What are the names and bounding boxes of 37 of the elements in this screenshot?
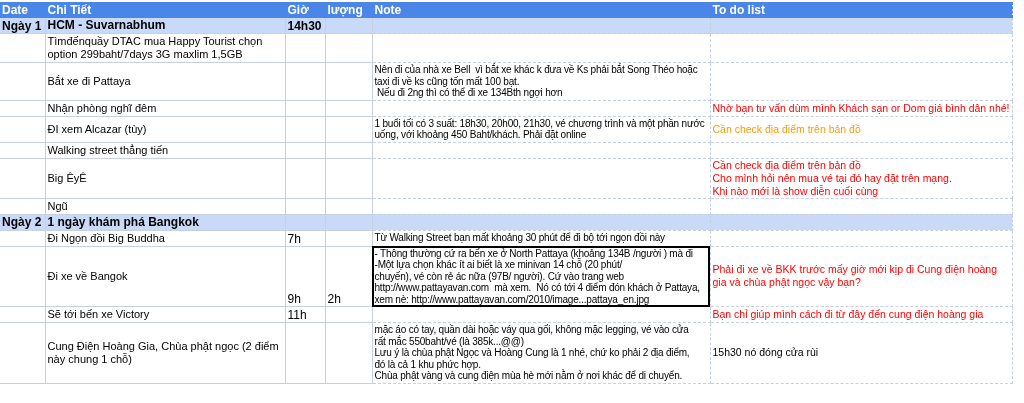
day-title: HCM - Suvarnabhum bbox=[47, 18, 166, 32]
day-label: Ngày 2 bbox=[2, 215, 42, 229]
column-header: Date bbox=[0, 2, 45, 18]
activity-text: ĐI xem Alcazar (tùy) bbox=[47, 122, 147, 135]
activity-text: Bắt xe đi Pattaya bbox=[47, 74, 131, 87]
todo-text: 15h30 nó đóng cửa rùi bbox=[712, 346, 820, 360]
activity-text: Nhận phòng nghĩ đêm bbox=[47, 101, 157, 114]
activity-text: Sẽ tới bến xe Victory bbox=[47, 308, 150, 320]
column-header: Chi Tiết bbox=[45, 2, 285, 18]
time-text: 9h bbox=[287, 292, 301, 306]
note-text: mặc áo có tay, quần dài hoặc váy qua gối, không mặc legging, vé vào cửa rất mắc 550baht/vé (là 385k...@@) Lưu ý là chùa phật Ngọc và Hoàng Cung là 1 nhé, chứ ko phải 2 địa điểm, đó là cả 1 khu phức hợp. Chùa phật vàng và cung điện mùa hè mới nằm ở nơi khác để di chuyển. bbox=[374, 324, 691, 382]
day-title: 1 ngày khám phá Bangkok bbox=[47, 214, 199, 229]
time-text: 14h30 bbox=[287, 18, 322, 33]
activity-text: Ngũ bbox=[47, 199, 68, 212]
duration-text: 2h bbox=[327, 292, 341, 306]
column-header: Note bbox=[372, 2, 710, 18]
todo-text: Cần check địa điểm trên bản đồ Cho mình hỏi nên mua vé tại đó hay đặt trên mạng. Khi nào mới là show diễn cuối cùng bbox=[712, 158, 953, 198]
activity-text: Đi Ngọn đồi Big Buddha bbox=[47, 231, 165, 244]
note-text: 1 buổi tối có 3 suất: 18h30, 20h00, 21h30, vé chương trình và một phần nước uống, với khoảng 450 Baht/khách. Phải đặt online bbox=[374, 117, 706, 141]
column-header: To do list bbox=[710, 2, 1012, 18]
time-text: 11h bbox=[287, 308, 307, 322]
todo-text: Bạn chỉ giúp mình cách đi từ đây đến cung điện hoàng gia bbox=[712, 308, 985, 321]
day-label: Ngày 1 bbox=[2, 18, 42, 33]
activity-text: Tìmđếnquầy DTAC mua Happy Tourist chọn option 299baht/7days 3G maxlim 1,5GB bbox=[47, 35, 263, 60]
time-text: 7h bbox=[287, 231, 301, 246]
column-header: Giờ bbox=[285, 2, 325, 18]
note-text: - Thông thường cứ ra bến xe ở North Pattaya (khoảng 134B /người ) mà đi -Một lựa chọn khác ít ai biết là xe minivan 14 chỗ (20 phút/ chuyến), vé còn rẻ ác nữa (97B/ người). Cứ vào trang web http://www.pattayavan.com mà xem. Nó có tới 4 điểm đón khách ở Pattaya, xem nè: http://www.pattayavan.com/2010/image...pattaya_en.jpg bbox=[374, 247, 701, 305]
todo-text: Cần check địa điểm trên bản đồ bbox=[712, 122, 862, 136]
todo-text: Phải đi xe về BKK trước mấy giờ mới kịp đi Cung điện hoàng gia và chùa phật ngọc vậy bạn? bbox=[712, 263, 998, 290]
activity-text: Cung Điện Hoàng Gia, Chùa phật ngọc (2 điểm này chung 1 chỗ) bbox=[47, 339, 279, 365]
activity-text: Walking street thẳng tiến bbox=[47, 143, 169, 156]
note-text: Từ Walking Street bạn mất khoảng 30 phút để đi bộ tới ngọn đồi này bbox=[374, 232, 666, 244]
activity-text: Big ÊyÊ bbox=[47, 171, 87, 184]
activity-text: Đi xe về Bangok bbox=[47, 269, 128, 282]
todo-text: Nhờ bạn tư vấn dùm mình Khách sạn or Dom giá bình dân nhé! bbox=[712, 101, 1010, 115]
note-text: Nên đi của nhà xe Bell vì bắt xe khác k đưa về Ks phải bắt Song Théo hoặc taxi đi về ks cũng tốn mất 100 bạt. Nếu đi 2ng thì có thể đi xe 134Bth ngợi hơn bbox=[374, 64, 699, 99]
column-header: lượng bbox=[325, 2, 372, 18]
